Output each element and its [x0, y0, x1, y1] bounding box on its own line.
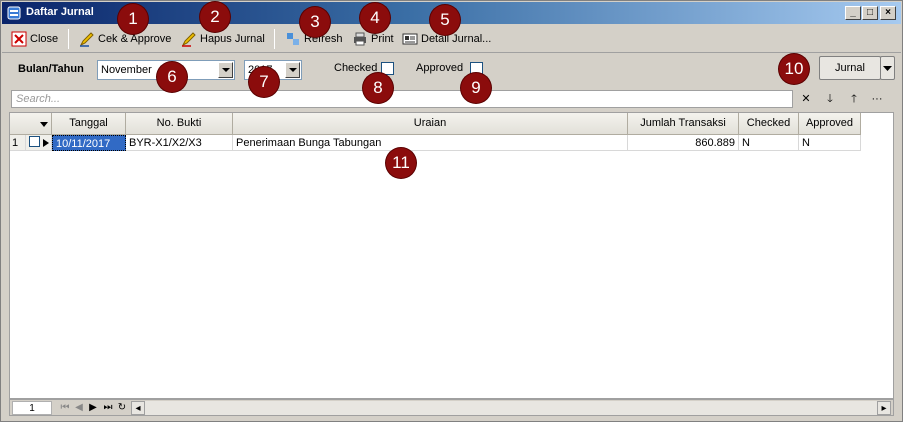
- chevron-down-icon[interactable]: [285, 62, 300, 78]
- column-header-checked[interactable]: Checked: [739, 113, 799, 135]
- scroll-left-icon[interactable]: ◂: [131, 401, 145, 415]
- close-button[interactable]: Close: [11, 30, 58, 48]
- detail-card-icon: [402, 33, 418, 45]
- annotation-badge-2: 2: [200, 2, 230, 32]
- close-label: Close: [30, 33, 59, 45]
- clear-search-icon[interactable]: ✕: [797, 91, 815, 107]
- window-app-icon: [7, 6, 21, 20]
- toolbar-separator: [274, 29, 275, 49]
- page-number[interactable]: 1: [12, 401, 52, 415]
- annotation-badge-8: 8: [363, 73, 393, 103]
- close-icon: [11, 31, 27, 47]
- cell-approved[interactable]: N: [799, 135, 861, 151]
- annotation-badge-1: 1: [118, 4, 148, 34]
- annotation-badge-10: 10: [779, 54, 809, 84]
- window-title: Daftar Jurnal: [26, 6, 94, 18]
- column-header-no-bukti[interactable]: No. Bukti: [126, 113, 233, 135]
- refresh-icon: [287, 33, 299, 46]
- row-checkbox[interactable]: [29, 136, 40, 147]
- jurnal-dropdown-button[interactable]: [880, 56, 895, 80]
- search-row: Search... ✕ 🡓 🡑 ···: [2, 87, 901, 111]
- horizontal-scrollbar-track[interactable]: [145, 401, 877, 415]
- period-label: Bulan/Tahun: [18, 63, 84, 75]
- cek-approve-label: Cek & Approve: [98, 33, 172, 45]
- pencil-delete-icon: [181, 32, 196, 47]
- cell-jumlah-transaksi[interactable]: 860.889: [628, 135, 739, 151]
- cell-tanggal[interactable]: 10/11/2017: [52, 135, 126, 151]
- toolbar-separator: [68, 29, 69, 49]
- prev-page-icon[interactable]: ◀: [74, 401, 84, 415]
- cek-approve-button[interactable]: Cek & Approve: [79, 30, 171, 48]
- jurnal-grid: Tanggal No. Bukti Uraian Jumlah Transaks…: [9, 112, 894, 399]
- chevron-down-icon[interactable]: [218, 62, 233, 78]
- maximize-button[interactable]: □: [862, 6, 878, 20]
- filter-bar: Bulan/Tahun November 2017 Checked Approv…: [2, 54, 901, 86]
- cell-checked[interactable]: N: [739, 135, 799, 151]
- pencil-check-icon: [79, 32, 94, 47]
- next-page-icon[interactable]: ▶: [88, 401, 98, 415]
- annotation-badge-7: 7: [249, 67, 279, 97]
- approved-filter-label: Approved: [416, 62, 464, 74]
- arrow-down-icon[interactable]: 🡓: [821, 91, 839, 107]
- hapus-jurnal-button[interactable]: Hapus Jurnal: [181, 30, 265, 48]
- grid-pager: 1 ⏮ ◀ ▶ ⏭ ↻ ◂ ▸: [9, 399, 894, 416]
- close-window-button[interactable]: ×: [880, 6, 896, 20]
- column-header-approved[interactable]: Approved: [799, 113, 861, 135]
- print-label: Print: [371, 33, 394, 45]
- annotation-badge-9: 9: [461, 73, 491, 103]
- cell-uraian[interactable]: Penerimaan Bunga Tabungan: [233, 135, 628, 151]
- scroll-right-icon[interactable]: ▸: [877, 401, 891, 415]
- detail-jurnal-label: Detail Jurnal...: [421, 33, 492, 45]
- annotation-badge-6: 6: [157, 62, 187, 92]
- checked-filter-label: Checked: [334, 62, 378, 74]
- annotation-badge-4: 4: [360, 3, 390, 33]
- row-selector[interactable]: [26, 135, 52, 151]
- chevron-down-icon: [883, 66, 892, 71]
- minimize-button[interactable]: _: [845, 6, 861, 20]
- daftar-jurnal-window: Daftar Jurnal _ □ × Close Cek & Approve …: [0, 0, 903, 422]
- column-header-tanggal[interactable]: Tanggal: [52, 113, 126, 135]
- reload-icon[interactable]: ↻: [116, 401, 128, 415]
- current-row-arrow-icon: [43, 139, 49, 147]
- grid-column-menu-button[interactable]: [10, 113, 52, 135]
- cell-no-bukti[interactable]: BYR-X1/X2/X3: [126, 135, 233, 151]
- search-input[interactable]: Search...: [11, 90, 793, 108]
- annotation-badge-5: 5: [430, 5, 460, 35]
- chevron-down-icon: [40, 122, 48, 127]
- jurnal-button[interactable]: Jurnal: [819, 56, 881, 80]
- arrow-up-icon[interactable]: 🡑: [845, 91, 863, 107]
- column-header-jumlah-transaksi[interactable]: Jumlah Transaksi: [628, 113, 739, 135]
- month-value: November: [101, 64, 152, 76]
- printer-icon: [354, 32, 366, 46]
- annotation-badge-3: 3: [300, 7, 330, 37]
- first-page-icon[interactable]: ⏮: [60, 401, 70, 415]
- last-page-icon[interactable]: ⏭: [102, 401, 114, 415]
- more-options-icon[interactable]: ···: [868, 91, 886, 107]
- column-header-uraian[interactable]: Uraian: [233, 113, 628, 135]
- row-number: 1: [10, 135, 26, 151]
- hapus-jurnal-label: Hapus Jurnal: [200, 33, 265, 45]
- annotation-badge-11: 11: [386, 148, 416, 178]
